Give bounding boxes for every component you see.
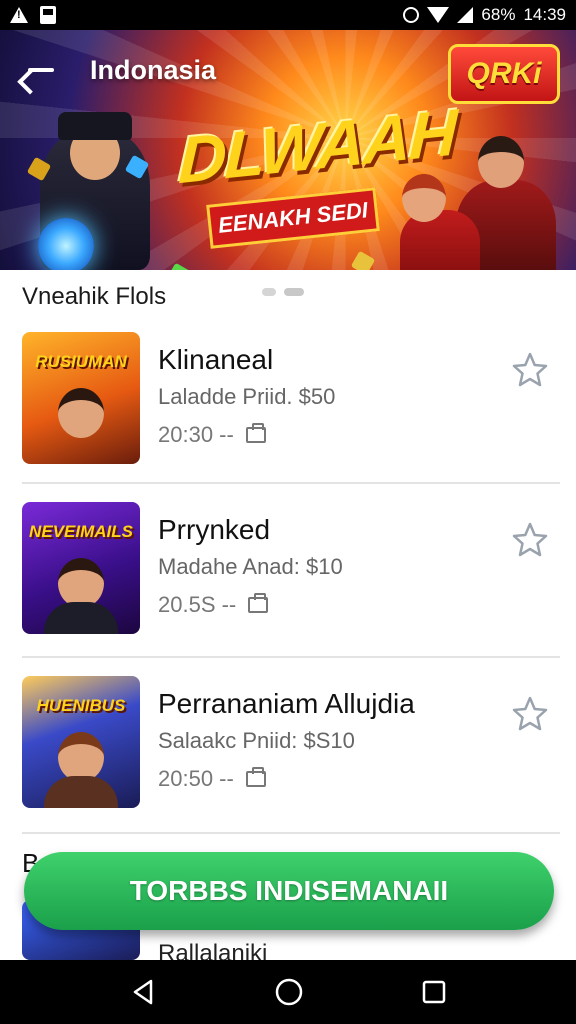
energy-orb xyxy=(38,218,94,270)
divider xyxy=(22,482,560,484)
favorite-star-icon[interactable] xyxy=(510,350,550,390)
pager-dot-active[interactable] xyxy=(284,288,304,296)
favorite-star-icon[interactable] xyxy=(510,694,550,734)
item-time: 20.5S -- xyxy=(158,592,237,617)
thumbnail-title: NEVEIMAILS xyxy=(29,522,133,541)
thumbnail-character-body xyxy=(44,776,118,808)
primary-cta-button[interactable]: TORBBS INDISEMANAII xyxy=(24,852,554,930)
thumbnail-character-body xyxy=(44,602,118,634)
item-title: Prrynked xyxy=(158,514,271,545)
list-item[interactable]: HUENIBUS Perrananiam Allujdia Salaakc Pn… xyxy=(0,666,576,836)
thumbnail-character xyxy=(58,388,104,438)
item-thumbnail: HUENIBUS xyxy=(22,676,140,808)
clock: 14:39 xyxy=(523,5,566,24)
section-label: Vneahik Flols xyxy=(22,283,167,310)
thumbnail-title: RUSIUMAN xyxy=(35,352,127,371)
hero-character-middle-head xyxy=(402,174,446,222)
item-price: Madahe Anad: $10 xyxy=(158,554,343,579)
list-item[interactable]: NEVEIMAILS Prrynked Madahe Anad: $10 20.… xyxy=(0,492,576,662)
item-thumbnail: RUSIUMAN xyxy=(22,332,140,464)
pager-dot[interactable] xyxy=(262,288,276,296)
wifi-icon xyxy=(427,7,450,23)
thumbnail-title: HUENIBUS xyxy=(36,696,126,715)
nav-back-icon[interactable] xyxy=(129,978,157,1006)
system-nav-bar xyxy=(0,960,576,1024)
hero-character-left-hat xyxy=(58,112,132,140)
hero-character-right-head xyxy=(478,136,524,188)
item-thumbnail: NEVEIMAILS xyxy=(22,502,140,634)
list-item[interactable]: RUSIUMAN Klinaneal Laladde Priid. $50 20… xyxy=(0,322,576,492)
nav-recents-icon[interactable] xyxy=(421,979,447,1005)
thumbnail-character xyxy=(58,558,104,608)
divider xyxy=(22,656,560,658)
back-arrow-icon[interactable] xyxy=(24,52,60,88)
nav-home-icon[interactable] xyxy=(274,977,304,1007)
thumbnail-character xyxy=(58,732,104,782)
item-meta: 20:30 -- xyxy=(158,422,266,448)
status-bar: 68% 14:39 xyxy=(0,0,576,30)
carousel-pager xyxy=(262,288,304,296)
brand-logo: QRKi xyxy=(448,44,560,104)
briefcase-icon xyxy=(248,593,269,613)
hero-banner[interactable]: DLWAAH EENAKH SEDI Indonasia QRKi xyxy=(0,30,576,270)
battery-percent: 68% xyxy=(481,5,516,24)
item-meta: 20:50 -- xyxy=(158,766,266,792)
divider xyxy=(22,832,560,834)
sd-card-icon xyxy=(40,6,56,24)
item-time: 20:30 -- xyxy=(158,422,234,447)
item-time: 20:50 -- xyxy=(158,766,234,791)
item-meta: 20.5S -- xyxy=(158,592,269,618)
item-title: Perrananiam Allujdia xyxy=(158,688,415,719)
page-title: Indonasia xyxy=(90,54,217,85)
hero-character-middle xyxy=(400,210,480,270)
signal-icon xyxy=(457,7,474,23)
item-title: Klinaneal xyxy=(158,344,274,375)
briefcase-icon xyxy=(245,767,266,787)
briefcase-icon xyxy=(245,423,266,443)
alarm-icon xyxy=(403,7,420,23)
item-price: Salaakc Pniid: $S10 xyxy=(158,728,355,753)
favorite-star-icon[interactable] xyxy=(510,520,550,560)
warning-icon xyxy=(10,7,28,23)
item-price: Laladde Priid. $50 xyxy=(158,384,336,409)
